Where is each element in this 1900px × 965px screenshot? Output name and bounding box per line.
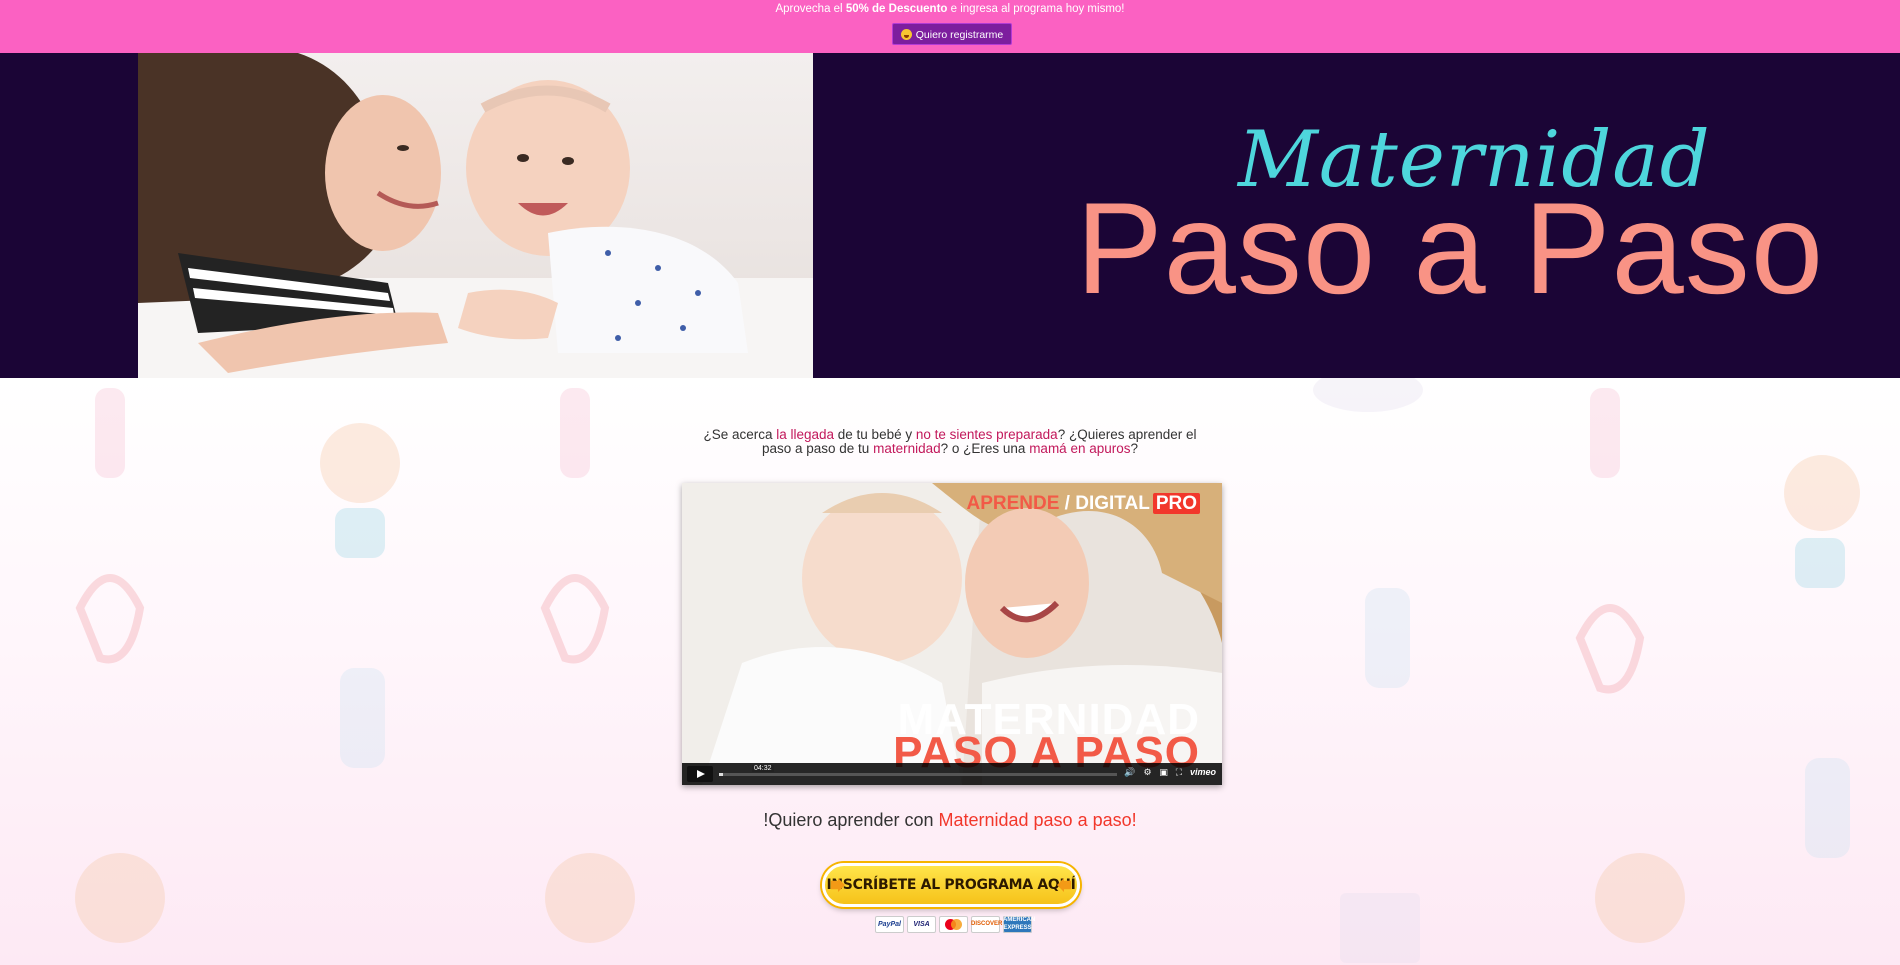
register-button-label: Quiero registrarme bbox=[915, 29, 1004, 41]
hero-main-title: Paso a Paso bbox=[1075, 175, 1825, 321]
video-timecode: 04:32 bbox=[752, 765, 774, 772]
vimeo-logo[interactable]: vimeo bbox=[1190, 767, 1216, 777]
smiley-emoji-icon bbox=[900, 29, 912, 40]
settings-gear-icon[interactable]: ⚙ bbox=[1143, 768, 1151, 778]
paypal-icon: PayPal bbox=[875, 916, 904, 933]
content-section: ¿Se acerca la llegada de tu bebé y no te… bbox=[0, 378, 1900, 965]
promo-text: Aprovecha el 50% de Descuento e ingresa … bbox=[775, 3, 1125, 15]
promo-discount: 50% de Descuento bbox=[845, 3, 948, 15]
picture-in-picture-icon[interactable]: ▣ bbox=[1159, 768, 1168, 778]
amex-icon: AMERICAN EXPRESS bbox=[1003, 916, 1036, 933]
enroll-button-label: INSCRÍBETE AL PROGRAMA AQUÍ bbox=[826, 877, 1076, 893]
video-progress-fill bbox=[719, 773, 723, 776]
hero-mother-baby-image bbox=[138, 53, 813, 378]
register-button[interactable]: Quiero registrarme bbox=[892, 23, 1012, 45]
promo-bar: Aprovecha el 50% de Descuento e ingresa … bbox=[0, 0, 1900, 53]
player-control-icons: 🔊 ⚙ ▣ ⛶ vimeo bbox=[1119, 767, 1216, 778]
video-player[interactable]: APRENDE / DIGITAL PRO MATERNIDAD PASO A P… bbox=[682, 483, 1222, 785]
video-controls: 04:32 🔊 ⚙ ▣ ⛶ vimeo bbox=[682, 763, 1222, 785]
hero-banner: Maternidad Paso a Paso bbox=[0, 53, 1900, 378]
discover-icon: DISCOVER bbox=[971, 916, 1002, 933]
play-icon[interactable] bbox=[687, 766, 713, 782]
aprende-digital-pro-logo: APRENDE / DIGITAL PRO bbox=[966, 493, 1200, 515]
intro-text: ¿Se acerca la llegada de tu bebé y no te… bbox=[703, 427, 1197, 456]
video-progress-bar[interactable]: 04:32 bbox=[719, 765, 1117, 776]
fullscreen-icon[interactable]: ⛶ bbox=[1176, 768, 1182, 778]
payment-methods: PayPal VISA DISCOVERAMERICAN EXPRESS bbox=[875, 916, 1035, 934]
learn-heading: !Quiero aprender con Maternidad paso a p… bbox=[763, 810, 1137, 830]
volume-icon[interactable]: 🔊 bbox=[1124, 768, 1135, 778]
enroll-button[interactable]: INSCRÍBETE AL PROGRAMA AQUÍ bbox=[822, 863, 1080, 907]
visa-icon: VISA bbox=[907, 916, 936, 933]
mastercard-icon bbox=[939, 916, 968, 933]
